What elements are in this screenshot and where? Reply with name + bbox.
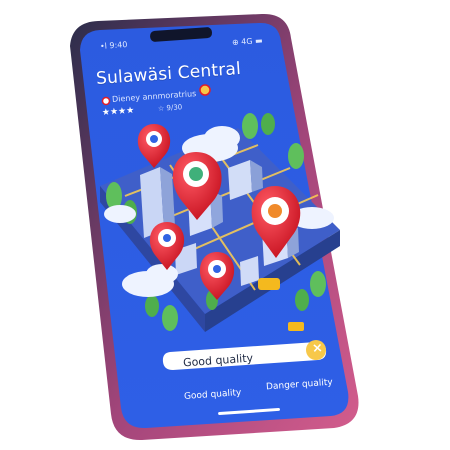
search-input[interactable]: Good quality <box>183 352 254 370</box>
status-time: •l 9:40 <box>99 40 128 51</box>
close-icon[interactable]: × <box>311 341 323 357</box>
page-subtitle: Dieney annmoratrius <box>111 89 197 104</box>
status-icons: ⊕ 4G ▬ <box>231 35 263 48</box>
star-rating-icon: ★★★★ <box>101 105 135 119</box>
page-title: Sulawäsi Central <box>95 58 242 90</box>
legend-danger-quality[interactable]: Danger quality <box>266 378 333 393</box>
screen-overlay: •l 9:40 ⊕ 4G ▬ Sulawäsi Central Dieney a… <box>0 0 450 450</box>
legend-good-quality[interactable]: Good quality <box>184 388 242 402</box>
rating-text: ☆ 9/30 <box>157 103 183 113</box>
